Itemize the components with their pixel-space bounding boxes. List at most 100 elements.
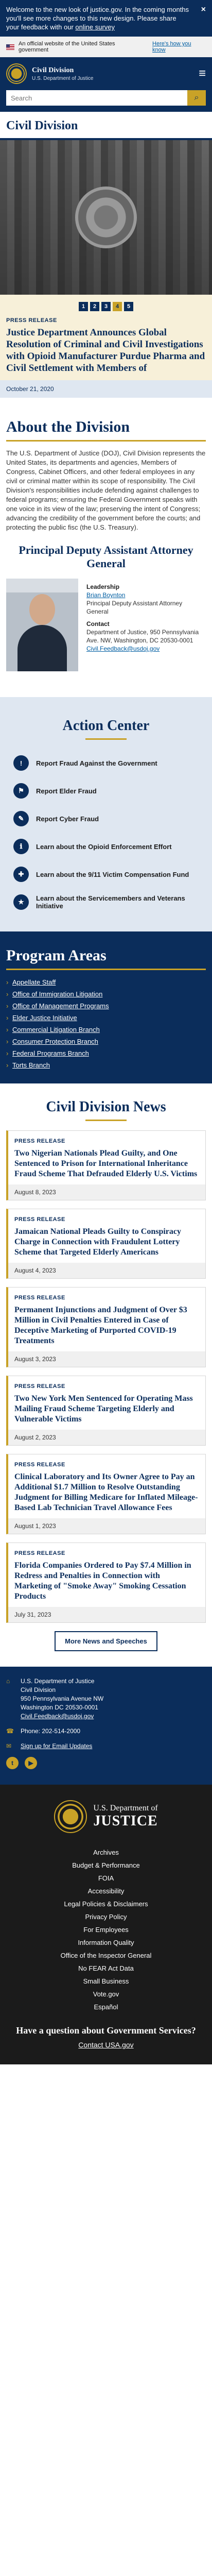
action-icon: ⚑ (13, 783, 29, 799)
program-link[interactable]: Federal Programs Branch (12, 1049, 89, 1057)
action-label: Learn about the Opioid Enforcement Effor… (36, 842, 172, 851)
footer-email-link[interactable]: Civil.Feedback@usdoj.gov (21, 1712, 103, 1721)
contact-email-link[interactable]: Civil.Feedback@usdoj.gov (86, 645, 206, 653)
program-areas: Program Areas Appellate Staff Office of I… (0, 931, 212, 1083)
action-icon: ✚ (13, 867, 29, 882)
gov-banner-text: An official website of the United States… (19, 41, 115, 53)
gov-banner: An official website of the United States… (0, 37, 212, 57)
footer-link[interactable]: For Employees (83, 1926, 128, 1934)
news-kicker: PRESS RELEASE (14, 1383, 65, 1389)
carousel-dot[interactable]: 4 (113, 302, 122, 311)
news-headline-link[interactable]: Clinical Laboratory and Its Owner Agree … (14, 1472, 199, 1513)
footer-link[interactable]: Budget & Performance (72, 1861, 140, 1869)
program-link[interactable]: Office of Immigration Litigation (12, 990, 102, 998)
leader-info: Leadership Brian Boynton Principal Deput… (86, 579, 206, 671)
news-headline-link[interactable]: Florida Companies Ordered to Pay $7.4 Mi… (14, 1561, 199, 1602)
news-headline-link[interactable]: Jamaican National Pleads Guilty to Consp… (14, 1227, 199, 1258)
action-item[interactable]: ! Report Fraud Against the Government (6, 749, 206, 777)
footer-link[interactable]: Accessibility (88, 1887, 125, 1895)
location-icon: ⌂ (6, 1677, 10, 1685)
news-card: PRESS RELEASE Permanent Injunctions and J… (6, 1287, 206, 1367)
footer-link[interactable]: Privacy Policy (85, 1913, 127, 1921)
news-kicker: PRESS RELEASE (14, 1462, 65, 1468)
footer-org: U.S. Department of Justice (21, 1677, 95, 1685)
twitter-icon[interactable]: t (6, 1757, 19, 1769)
footer-link[interactable]: FOIA (98, 1874, 114, 1882)
action-item[interactable]: ℹ Learn about the Opioid Enforcement Effo… (6, 833, 206, 860)
action-label: Report Fraud Against the Government (36, 759, 157, 767)
leader-role: Principal Deputy Assistant Attorney Gene… (86, 600, 183, 615)
news-card-body: PRESS RELEASE Permanent Injunctions and J… (8, 1287, 205, 1351)
program-link[interactable]: Appellate Staff (12, 978, 56, 986)
footer-link[interactable]: Office of the Inspector General (61, 1952, 152, 1959)
footer-logo[interactable]: U.S. Department of JUSTICE (6, 1800, 206, 1833)
leader-name-link[interactable]: Brian Boynton (86, 591, 206, 599)
hero-headline[interactable]: Justice Department Announces Global Reso… (6, 327, 206, 380)
action-item[interactable]: ✎ Report Cyber Fraud (6, 805, 206, 833)
about-section: About the Division The U.S. Department o… (0, 398, 212, 684)
program-link[interactable]: Elder Justice Initiative (12, 1014, 77, 1022)
close-icon[interactable]: × (201, 5, 206, 14)
news-headline-link[interactable]: Two Nigerian Nationals Plead Guilty, and… (14, 1148, 199, 1179)
program-item: Appellate Staff (6, 978, 206, 986)
header-subtitle: U.S. Department of Justice (32, 75, 94, 81)
news-headline-link[interactable]: Two New York Men Sentenced for Operating… (14, 1394, 199, 1425)
footer-division: Civil Division (21, 1686, 56, 1693)
social-links: t ▶ (6, 1757, 206, 1769)
hero-image (0, 140, 212, 295)
action-label: Learn about the 9/11 Victim Compensation… (36, 870, 189, 878)
footer-link[interactable]: Vote.gov (93, 1990, 119, 1998)
carousel-dot[interactable]: 2 (90, 302, 99, 311)
footer-link[interactable]: Information Quality (78, 1939, 134, 1946)
header-title: Civil Division (32, 66, 74, 74)
footer-link-item: Information Quality (6, 1939, 206, 1946)
footer-address-line1: 950 Pennsylvania Avenue NW (21, 1695, 104, 1702)
program-link[interactable]: Torts Branch (12, 1061, 50, 1069)
footer-logo-line2: JUSTICE (93, 1813, 158, 1829)
header-title-block[interactable]: Civil Division U.S. Department of Justic… (32, 66, 193, 81)
program-link[interactable]: Consumer Protection Branch (12, 1038, 98, 1045)
news-card: PRESS RELEASE Two New York Men Sentenced … (6, 1376, 206, 1446)
action-label: Learn about the Servicemembers and Veter… (36, 894, 185, 910)
doj-seal-logo[interactable] (6, 63, 27, 84)
usa-gov-link[interactable]: Contact USA.gov (6, 2041, 206, 2049)
carousel-controls: 12345 (6, 302, 206, 311)
footer-link-item: Office of the Inspector General (6, 1952, 206, 1959)
search-icon[interactable]: ⌕ (187, 90, 206, 106)
news-headline-link[interactable]: Permanent Injunctions and Judgment of Ov… (14, 1305, 199, 1346)
news-card: PRESS RELEASE Two Nigerian Nationals Plea… (6, 1130, 206, 1200)
news-date: August 8, 2023 (8, 1184, 205, 1200)
footer-link-item: Español (6, 2003, 206, 2011)
bottom-footer: U.S. Department of JUSTICE Archives Budge… (0, 1785, 212, 2064)
program-item: Elder Justice Initiative (6, 1014, 206, 1022)
youtube-icon[interactable]: ▶ (25, 1757, 37, 1769)
news-date: July 31, 2023 (8, 1607, 205, 1622)
email-updates-link[interactable]: Sign up for Email Updates (21, 1742, 92, 1751)
footer-link[interactable]: Archives (93, 1849, 119, 1856)
program-link[interactable]: Office of Management Programs (12, 1002, 109, 1010)
action-item[interactable]: ⚑ Report Elder Fraud (6, 777, 206, 805)
announcement-text: Welcome to the new look of justice.gov. … (6, 5, 206, 31)
search-input[interactable] (6, 90, 187, 106)
carousel-dot[interactable]: 1 (79, 302, 88, 311)
survey-link[interactable]: online survey (75, 23, 115, 31)
more-news-button[interactable]: More News and Speeches (55, 1631, 157, 1651)
menu-icon[interactable]: ≡ (199, 67, 206, 80)
news-card-body: PRESS RELEASE Two Nigerian Nationals Plea… (8, 1131, 205, 1184)
action-item[interactable]: ✚ Learn about the 9/11 Victim Compensatio… (6, 860, 206, 888)
carousel-dot[interactable]: 5 (124, 302, 133, 311)
footer-logo-line1: U.S. Department of (93, 1804, 158, 1812)
footer-link[interactable]: Español (94, 2003, 118, 2011)
news-kicker: PRESS RELEASE (14, 1138, 65, 1144)
carousel-dot[interactable]: 3 (101, 302, 111, 311)
news-title: Civil Division News (6, 1099, 206, 1121)
footer-link[interactable]: No FEAR Act Data (78, 1964, 134, 1972)
how-you-know-link[interactable]: Here's how you know (152, 41, 206, 53)
footer-link[interactable]: Small Business (83, 1977, 129, 1985)
footer-link[interactable]: Legal Policies & Disclaimers (64, 1900, 148, 1908)
about-title: About the Division (6, 418, 206, 442)
program-link[interactable]: Commercial Litigation Branch (12, 1026, 100, 1033)
program-item: Federal Programs Branch (6, 1049, 206, 1057)
action-item[interactable]: ★ Learn about the Servicemembers and Vete… (6, 888, 206, 916)
news-card: PRESS RELEASE Clinical Laboratory and Its… (6, 1454, 206, 1534)
